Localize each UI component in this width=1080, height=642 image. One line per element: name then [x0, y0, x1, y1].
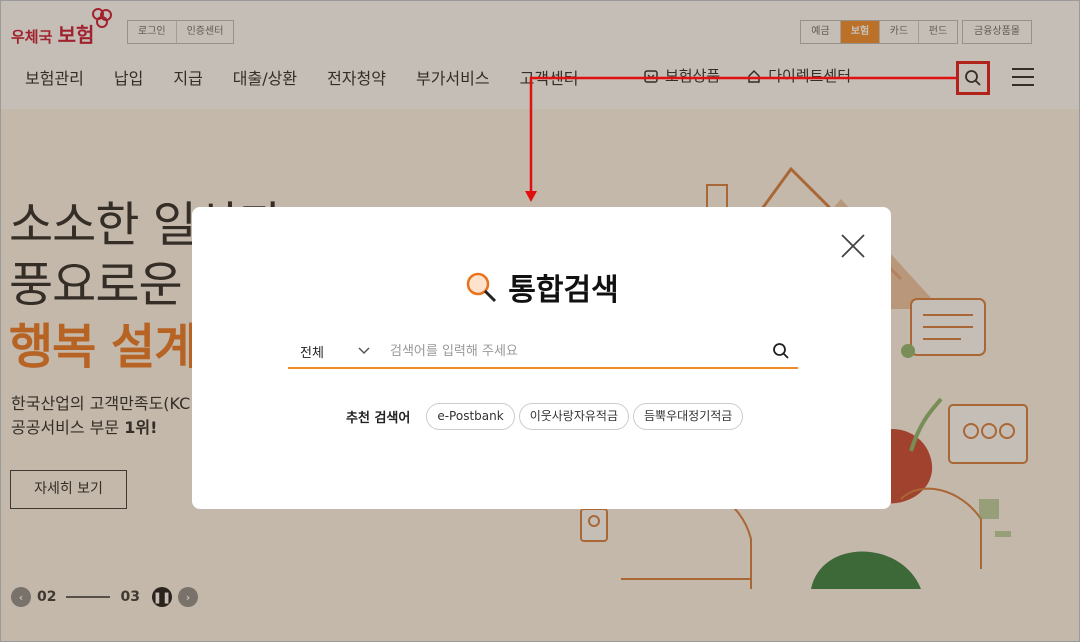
search-input[interactable]	[380, 343, 764, 359]
search-bar: 전체	[288, 335, 798, 369]
chevron-down-icon	[358, 347, 370, 355]
recommended-keywords: 추천 검색어 e-Postbank 이웃사랑자유적금 듬뿍우대정기적금	[346, 403, 744, 430]
search-icon	[773, 343, 789, 359]
page-frame: 우체국 보험 로그인 인증센터 예금 보험 카드 펀드 금융상품몰 보험관리 납…	[0, 0, 1080, 642]
magnifier-icon	[467, 272, 497, 303]
keyword-chip[interactable]: 듬뿍우대정기적금	[633, 403, 744, 430]
search-submit-button[interactable]	[764, 334, 798, 368]
keyword-chip[interactable]: 이웃사랑자유적금	[518, 403, 630, 430]
search-scope-select[interactable]: 전체	[288, 342, 380, 361]
modal-title: 통합검색	[192, 265, 891, 309]
close-icon[interactable]	[840, 233, 866, 259]
search-modal: 통합검색 전체 추천 검색어 e-Postbank 이웃사랑자유적금 듬뿍우대정…	[192, 207, 891, 509]
keyword-chip[interactable]: e-Postbank	[426, 403, 515, 430]
rec-label: 추천 검색어	[346, 411, 411, 426]
modal-title-text: 통합검색	[508, 273, 619, 308]
search-scope-value: 전체	[300, 345, 324, 361]
